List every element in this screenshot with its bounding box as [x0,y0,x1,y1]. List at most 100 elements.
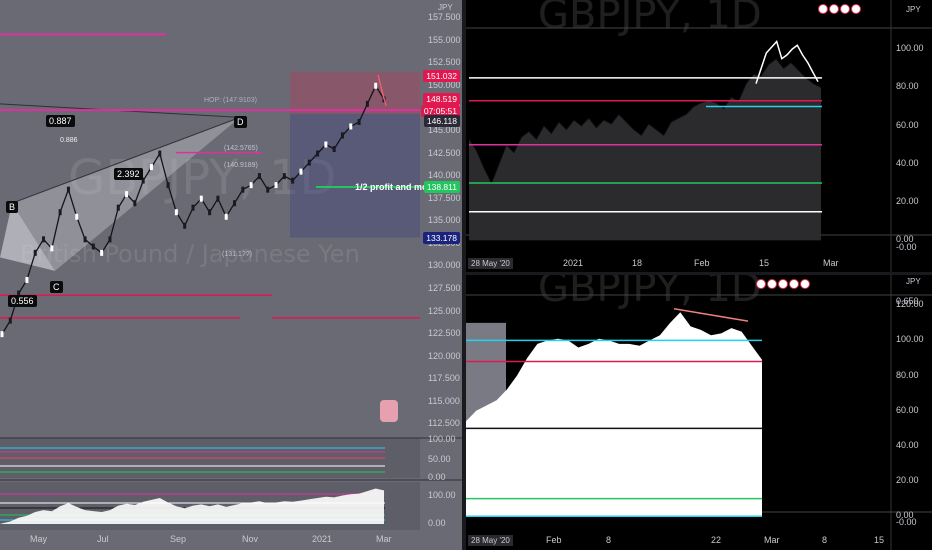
y-tick: -0.00 [896,517,917,528]
y-tick: 142.500 [428,147,461,158]
candle [291,177,295,184]
alert-badge[interactable] [380,400,398,422]
candle [208,209,212,216]
indicator-icon[interactable] [840,4,850,14]
candle [25,276,29,283]
x-tick: Mar [376,534,392,544]
fib-label-2392: 2.392 [114,168,143,180]
candle [349,123,353,130]
x-tick: 15 [874,535,885,545]
top-area [469,58,821,241]
y-tick: 125.000 [428,305,461,316]
x-tick: 15 [759,258,770,268]
candle [183,222,187,229]
y-tick: 40.00 [896,157,919,168]
candle [216,195,220,202]
candle [8,317,12,324]
rsi-chart-bottom[interactable]: GBPJPY, 1D JPY 0.650 120.00 100.00 80.00 60.… [466,275,932,550]
candle [58,209,62,216]
indicator-icons-top[interactable] [818,4,861,14]
profit-label: 1/2 profit and mo [355,182,428,192]
candle [357,118,361,125]
candle [158,150,162,157]
x-tick: Mar [823,258,839,268]
y-tick: 60.00 [896,404,919,415]
fib-label-0887: 0.887 [46,115,75,127]
indicator-y-tick: 50.00 [428,454,451,464]
y-tick: 100.00 [896,334,924,345]
level-label-140: (140.9189) [224,162,258,169]
fib-label-0556: 0.556 [8,295,37,307]
y-tick: 122.500 [428,328,461,339]
indicator-icon[interactable] [767,279,777,289]
x-tick: 18 [632,258,643,268]
y-tick: 40.00 [896,439,919,450]
target-zone [290,72,420,114]
x-tick: Feb [546,535,562,545]
main-chart-svg [0,33,462,530]
x-tick: 28 May '20 [468,258,513,269]
y-tick: -0.00 [896,242,917,253]
x-tick: Feb [694,258,710,268]
indicator-icon[interactable] [829,4,839,14]
candle [149,164,153,171]
candle [299,168,303,175]
candle [33,249,37,256]
indicator-icon[interactable] [756,279,766,289]
indicator-icons-bottom[interactable] [756,279,810,289]
candle [191,204,195,211]
x-tick: 2021 [563,258,584,268]
indicator-icon[interactable] [789,279,799,289]
level-label-142: (142.5765) [224,145,258,152]
indicator-y-tick: 100.00 [428,434,456,444]
candle [249,182,253,189]
y-tick: 80.00 [896,369,919,380]
candle [174,209,178,216]
y-tick: 117.500 [428,373,460,384]
candle [116,204,120,211]
x-tick: 22 [711,535,722,545]
indicator-icon[interactable] [851,4,861,14]
candle [224,213,228,220]
level-label-131: (131.1??) [222,251,252,258]
price-tag: 146.118 [423,114,460,127]
rsi-chart-top[interactable]: GBPJPY, 1D JPY 100.00 80.00 60.00 40.00 20.0… [466,0,932,272]
x-tick: 2021 [312,534,333,544]
candle [316,150,320,157]
x-tick: Sep [170,534,187,544]
candle [282,173,286,180]
candle [257,173,261,180]
candle [100,249,104,256]
y-tick: 130.000 [428,260,461,271]
x-tick: 28 May '20 [468,535,513,546]
candle [374,82,378,89]
point-label-d: D [234,116,247,128]
y-tick: 127.500 [428,282,461,293]
y-tick: 120.00 [896,299,924,310]
candle [266,186,270,193]
candle [274,182,278,189]
price-tag: 138.811 [423,180,460,193]
y-tick: 152.500 [428,57,461,68]
indicator-icon[interactable] [800,279,810,289]
candle [75,213,79,220]
x-tick: 8 [606,535,612,545]
candle [50,245,54,252]
candle [133,200,137,207]
candle [340,132,344,139]
y-tick: 20.00 [896,196,919,207]
x-tick: Nov [242,534,259,544]
y-tick: 80.00 [896,81,919,92]
candle [108,236,112,243]
currency-label-bottom: JPY [906,277,921,286]
y-tick: 157.500 [428,12,461,23]
risk-zone [290,113,420,238]
indicator-icon[interactable] [818,4,828,14]
candle [91,243,95,250]
main-price-chart[interactable]: GBPJPY, 1D British Pound / Japanese Yen … [0,0,462,550]
y-tick: 137.500 [428,192,461,203]
candle [233,200,237,207]
y-tick: 135.000 [428,215,461,226]
candle [307,159,311,166]
indicator-icon[interactable] [778,279,788,289]
